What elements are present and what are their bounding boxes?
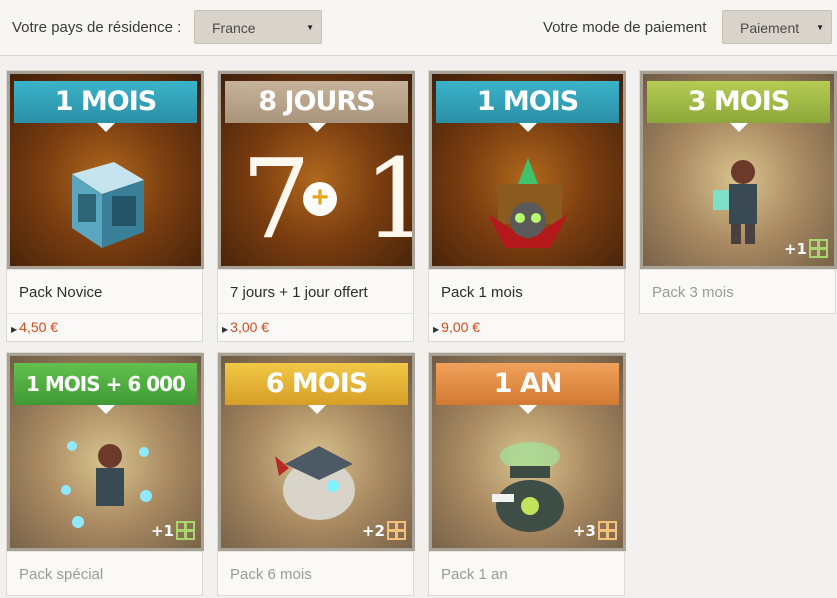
bonus-badge: +2 xyxy=(362,521,406,540)
pack-name: 7 jours + 1 jour offert xyxy=(218,269,413,313)
duration-banner: 6 MOIS xyxy=(225,363,408,405)
pack-card-special[interactable]: 1 MOIS + 6 000 +1 Pack spécial xyxy=(6,352,204,596)
bonus-badge: +3 xyxy=(573,521,617,540)
chest-cube-icon xyxy=(72,162,144,248)
duration-banner: 3 MOIS xyxy=(647,81,830,123)
duration-banner: 1 MOIS xyxy=(436,81,619,123)
bag-icon xyxy=(492,442,564,532)
play-icon: ▶ xyxy=(11,325,18,334)
gift-icon xyxy=(598,521,617,540)
gift-icon xyxy=(387,521,406,540)
pack-card-8-days[interactable]: 8 JOURS 7 1 + 7 jours + 1 jour offert ▶3… xyxy=(217,70,415,342)
pack-image: 1 MOIS xyxy=(7,71,204,269)
armor-chest-icon xyxy=(488,158,568,248)
payment-select-value: Paiement xyxy=(740,20,800,36)
gift-icon xyxy=(809,239,828,258)
pack-name: Pack 6 mois xyxy=(218,551,413,595)
pack-price[interactable]: ▶ 3,00 € xyxy=(218,313,413,341)
pack-name: Pack 1 mois xyxy=(429,269,624,313)
duration-banner: 1 MOIS + 6 000 xyxy=(14,363,197,405)
pack-image: 1 MOIS xyxy=(429,71,626,269)
play-icon: ▶ xyxy=(433,325,440,334)
pack-image: 6 MOIS +2 xyxy=(218,353,415,551)
pack-name: Pack spécial xyxy=(7,551,202,595)
pack-card-1-month[interactable]: 1 MOIS Pack 1 mois ▶ 9,00 € xyxy=(428,70,626,342)
duration-banner: 1 AN xyxy=(436,363,619,405)
duration-banner: 8 JOURS xyxy=(225,81,408,123)
pack-name: Pack 1 an xyxy=(429,551,624,595)
character-icon xyxy=(61,441,152,528)
pack-price[interactable]: ▶ 4,50 € xyxy=(7,313,202,341)
pack-name: Pack Novice xyxy=(7,269,202,313)
country-select-value: France xyxy=(212,20,256,36)
country-label: Votre pays de résidence : xyxy=(12,19,182,36)
character-icon xyxy=(713,160,757,244)
pack-price[interactable]: ▶ 9,00 € xyxy=(429,313,624,341)
filter-bar: Votre pays de résidence : France ▼ Votre… xyxy=(0,0,837,56)
payment-select[interactable]: Paiement ▼ xyxy=(722,10,832,44)
gift-icon xyxy=(176,521,195,540)
chevron-down-icon: ▼ xyxy=(816,23,824,32)
pack-image: 1 AN +3 xyxy=(429,353,626,551)
pack-image: 3 MOIS +1 xyxy=(640,71,837,269)
country-select[interactable]: France ▼ xyxy=(194,10,322,44)
creature-icon xyxy=(275,446,355,520)
bonus-badge: +1 xyxy=(784,239,828,258)
pack-card-novice[interactable]: 1 MOIS Pack Novice ▶ 4,50 € xyxy=(6,70,204,342)
pack-card-1-year[interactable]: 1 AN +3 Pack 1 an xyxy=(428,352,626,596)
pack-name: Pack 3 mois xyxy=(640,269,835,313)
bonus-badge: +1 xyxy=(151,521,195,540)
plus-icon: + xyxy=(303,182,337,216)
pack-card-6-months[interactable]: 6 MOIS +2 Pack 6 mois xyxy=(217,352,415,596)
duration-banner: 1 MOIS xyxy=(14,81,197,123)
pack-image: 1 MOIS + 6 000 +1 xyxy=(7,353,204,551)
pack-image: 8 JOURS 7 1 + xyxy=(218,71,415,269)
play-icon: ▶ xyxy=(222,325,229,334)
payment-label: Votre mode de paiement xyxy=(543,19,707,36)
pack-card-3-months[interactable]: 3 MOIS +1 Pack 3 mois xyxy=(639,70,837,314)
chevron-down-icon: ▼ xyxy=(306,23,314,32)
